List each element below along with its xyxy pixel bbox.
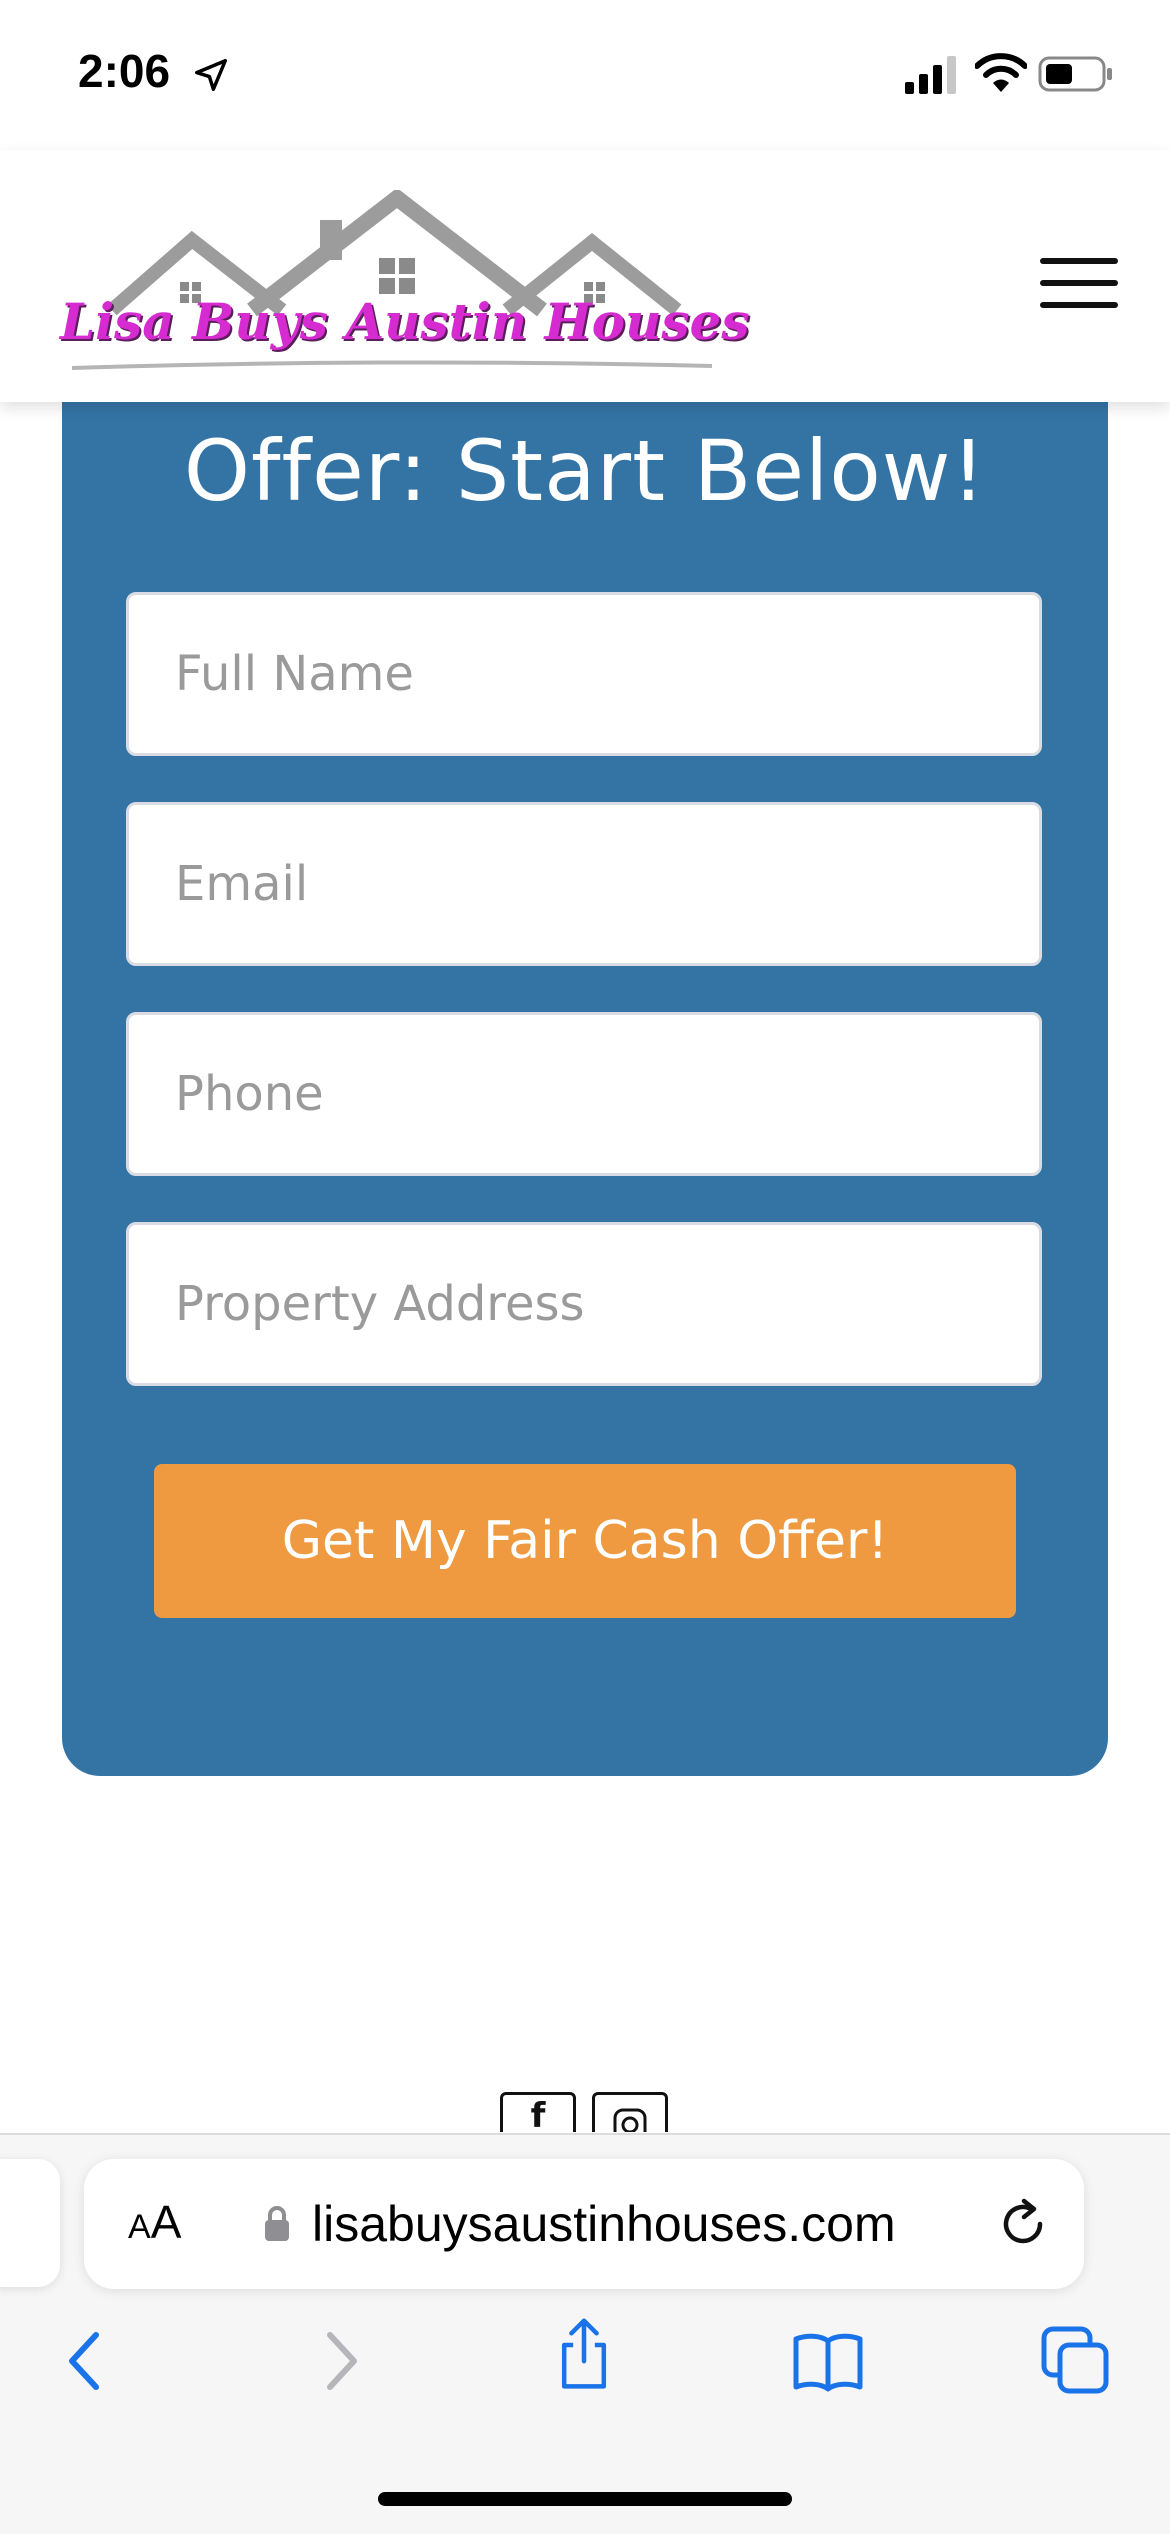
- previous-tab-card[interactable]: [0, 2159, 60, 2287]
- property-address-field[interactable]: [126, 1222, 1042, 1386]
- full-name-field[interactable]: [126, 592, 1042, 756]
- wifi-icon: [975, 53, 1027, 92]
- phone-field[interactable]: [126, 1012, 1042, 1176]
- address-bar[interactable]: AA lisabuysaustinhouses.com: [84, 2159, 1084, 2289]
- battery-icon: [1038, 56, 1112, 92]
- facebook-link[interactable]: f: [500, 2092, 576, 2132]
- lock-icon: [265, 2206, 289, 2241]
- phone-input[interactable]: [129, 1015, 1039, 1173]
- back-icon[interactable]: [52, 2325, 124, 2397]
- form-heading: Offer: Start Below!: [183, 422, 987, 520]
- reload-icon[interactable]: [996, 2197, 1050, 2251]
- url-text: lisabuysaustinhouses.com: [312, 2196, 896, 2252]
- cellular-signal-icon: [905, 56, 956, 94]
- bookmarks-icon[interactable]: [792, 2325, 864, 2397]
- location-arrow-icon: [195, 59, 227, 91]
- get-cash-offer-button[interactable]: Get My Fair Cash Offer!: [154, 1464, 1016, 1618]
- status-time: 2:06: [78, 45, 171, 97]
- property-address-input[interactable]: [129, 1225, 1039, 1383]
- hamburger-menu-icon[interactable]: [1040, 258, 1118, 310]
- full-name-input[interactable]: [129, 595, 1039, 753]
- home-indicator: [378, 2492, 792, 2506]
- instagram-icon: [613, 2108, 647, 2132]
- email-input[interactable]: [129, 805, 1039, 963]
- email-field[interactable]: [126, 802, 1042, 966]
- facebook-icon: f: [530, 2096, 546, 2132]
- reader-options-button[interactable]: AA: [128, 2195, 181, 2255]
- house-roofs-graphic: [71, 190, 713, 370]
- tabs-icon[interactable]: [1040, 2325, 1112, 2397]
- logo-text: Lisa Buys Austin Houses: [60, 292, 750, 351]
- site-logo[interactable]: Lisa Buys Austin Houses: [52, 190, 752, 380]
- share-icon[interactable]: [548, 2318, 620, 2390]
- status-bar: 2:06: [0, 0, 1170, 150]
- site-header: Lisa Buys Austin Houses: [0, 150, 1170, 402]
- instagram-link[interactable]: [592, 2092, 668, 2132]
- offer-form-card: Offer: Start Below! Get My Fair Cash Off…: [62, 360, 1108, 1776]
- forward-icon[interactable]: [302, 2325, 374, 2397]
